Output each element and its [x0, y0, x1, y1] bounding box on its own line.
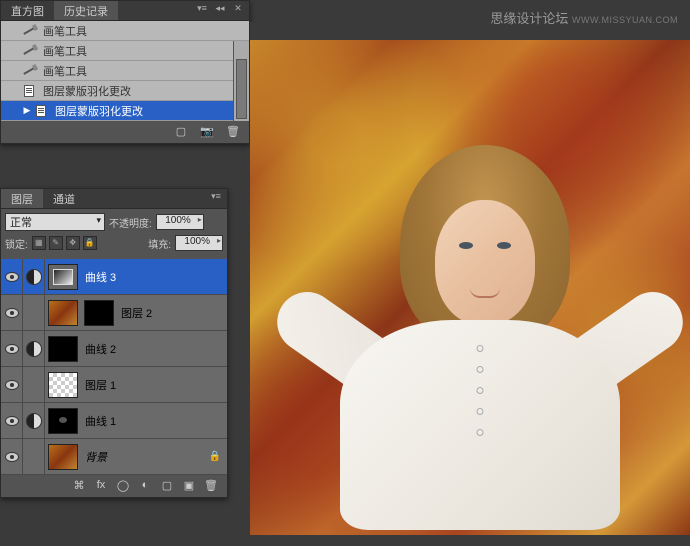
adjustment-icon [23, 259, 45, 294]
layers-footer: ⌘ fx ◯ ◐ ▢ ▣ 🗑 [1, 475, 227, 497]
new-layer-icon[interactable]: ▣ [181, 479, 197, 493]
layer-thumbnail[interactable] [48, 444, 78, 470]
layer-row[interactable]: 曲线 2 [1, 331, 227, 367]
mask-icon[interactable]: ◯ [115, 479, 131, 493]
layer-row[interactable]: 背景 🔒 [1, 439, 227, 475]
history-current-icon: ▶ [21, 105, 33, 116]
visibility-icon[interactable] [5, 416, 19, 426]
visibility-icon[interactable] [5, 272, 19, 282]
opacity-input[interactable]: 100% [156, 214, 204, 230]
document-image[interactable] [250, 40, 690, 535]
trash-icon[interactable]: 🗑 [225, 125, 241, 139]
canvas-area [250, 22, 690, 546]
history-list: 画笔工具 画笔工具 画笔工具 图层蒙版羽化更改 ▶ 图层蒙版羽化更改 [1, 21, 249, 121]
group-icon[interactable]: ▢ [159, 479, 175, 493]
tab-channels[interactable]: 通道 [43, 189, 85, 208]
link-col [23, 295, 45, 330]
document-icon [33, 104, 49, 118]
visibility-icon[interactable] [5, 344, 19, 354]
layers-tabs: 图层 通道 ▾≡ [1, 189, 227, 209]
snapshot-icon[interactable]: 📷 [199, 125, 215, 139]
layer-controls: 正常 不透明度: 100% 锁定: ▦ ✎ ✥ 🔒 填充: 100% [1, 209, 227, 259]
layer-name[interactable]: 曲线 3 [85, 269, 116, 285]
lock-all-icon[interactable]: 🔒 [83, 236, 97, 250]
layers-list: 曲线 3 图层 2 曲线 2 图层 1 曲线 1 [1, 259, 227, 475]
adjustment-icon [23, 331, 45, 366]
lock-icon: 🔒 [209, 451, 221, 462]
layer-row[interactable]: 曲线 1 [1, 403, 227, 439]
link-layers-icon[interactable]: ⌘ [71, 479, 87, 493]
layer-row[interactable]: 图层 1 [1, 367, 227, 403]
history-label: 图层蒙版羽化更改 [43, 83, 131, 99]
new-doc-icon[interactable]: ▢ [173, 125, 189, 139]
link-col [23, 367, 45, 402]
visibility-icon[interactable] [5, 308, 19, 318]
history-tabs: 直方图 历史记录 ▾≡ ◂◂ ✕ [1, 1, 249, 21]
layer-name[interactable]: 图层 1 [85, 377, 116, 393]
blend-mode-dropdown[interactable]: 正常 [5, 213, 105, 231]
history-label: 图层蒙版羽化更改 [55, 103, 143, 119]
link-col [23, 439, 45, 474]
mask-thumbnail[interactable] [84, 300, 114, 326]
fill-label: 填充: [148, 236, 171, 251]
tab-history[interactable]: 历史记录 [54, 1, 118, 20]
layer-name[interactable]: 曲线 2 [85, 341, 116, 357]
document-icon [21, 84, 37, 98]
layer-name[interactable]: 图层 2 [121, 305, 152, 321]
history-label: 画笔工具 [43, 23, 87, 39]
scrollbar[interactable] [233, 41, 249, 121]
brush-icon [21, 64, 37, 78]
panel-menu-icon[interactable]: ▾≡ [209, 189, 223, 203]
layer-row[interactable]: 图层 2 [1, 295, 227, 331]
lock-transparent-icon[interactable]: ▦ [32, 236, 46, 250]
lock-position-icon[interactable]: ✥ [66, 236, 80, 250]
tab-layers[interactable]: 图层 [1, 189, 43, 208]
fx-icon[interactable]: fx [93, 479, 109, 493]
history-item[interactable]: 画笔工具 [1, 41, 249, 61]
tab-histogram[interactable]: 直方图 [1, 1, 54, 20]
layer-thumbnail[interactable] [48, 264, 78, 290]
panel-close-icon[interactable]: ✕ [231, 1, 245, 15]
layer-thumbnail[interactable] [48, 300, 78, 326]
brush-icon [21, 44, 37, 58]
brush-icon [21, 24, 37, 38]
history-label: 画笔工具 [43, 43, 87, 59]
watermark: 思缘设计论坛 WWW.MISSYUAN.COM [490, 8, 678, 27]
mask-thumbnail[interactable] [48, 408, 78, 434]
adjustment-icon [23, 403, 45, 438]
history-item[interactable]: ▶ 图层蒙版羽化更改 [1, 101, 249, 121]
fill-input[interactable]: 100% [175, 235, 223, 251]
lock-pixels-icon[interactable]: ✎ [49, 236, 63, 250]
layer-thumbnail[interactable] [48, 372, 78, 398]
history-label: 画笔工具 [43, 63, 87, 79]
layer-row[interactable]: 曲线 3 [1, 259, 227, 295]
panel-collapse-icon[interactable]: ◂◂ [213, 1, 227, 15]
history-panel: 直方图 历史记录 ▾≡ ◂◂ ✕ 画笔工具 画笔工具 画笔工具 图层蒙版羽化更改… [0, 0, 250, 144]
layer-name[interactable]: 背景 [85, 449, 107, 465]
layers-panel: 图层 通道 ▾≡ 正常 不透明度: 100% 锁定: ▦ ✎ ✥ 🔒 填充: 1… [0, 188, 228, 498]
history-item[interactable]: 图层蒙版羽化更改 [1, 81, 249, 101]
history-item[interactable]: 画笔工具 [1, 61, 249, 81]
lock-label: 锁定: [5, 236, 28, 251]
layer-name[interactable]: 曲线 1 [85, 413, 116, 429]
opacity-label: 不透明度: [109, 215, 152, 230]
panel-menu-icon[interactable]: ▾≡ [195, 1, 209, 15]
visibility-icon[interactable] [5, 452, 19, 462]
history-footer: ▢ 📷 🗑 [1, 121, 249, 143]
mask-thumbnail[interactable] [48, 336, 78, 362]
history-item[interactable]: 画笔工具 [1, 21, 249, 41]
trash-icon[interactable]: 🗑 [203, 479, 219, 493]
adjustment-layer-icon[interactable]: ◐ [137, 479, 153, 493]
visibility-icon[interactable] [5, 380, 19, 390]
